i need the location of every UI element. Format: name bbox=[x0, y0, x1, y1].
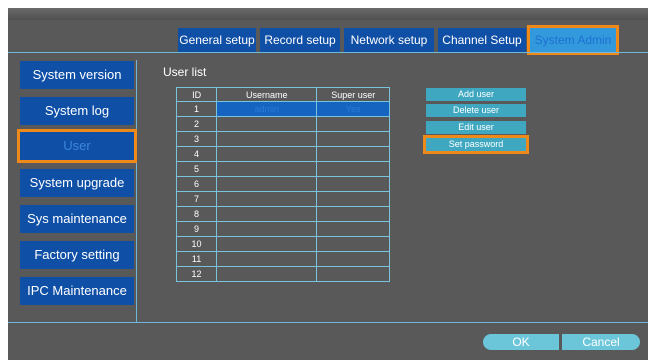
row-id: 6 bbox=[175, 176, 218, 192]
row-username bbox=[216, 176, 318, 192]
sidebar-item-system-upgrade[interactable]: System upgrade bbox=[20, 169, 134, 197]
row-id: 4 bbox=[175, 146, 218, 162]
column-header-super-user: Super user bbox=[316, 87, 390, 102]
tab-channel-setup[interactable]: Channel Setup bbox=[438, 28, 526, 52]
sidebar-item-user[interactable]: User bbox=[20, 132, 134, 160]
row-username bbox=[216, 191, 318, 207]
table-row[interactable]: 5 bbox=[175, 161, 390, 177]
row-super-user bbox=[316, 221, 390, 237]
table-row[interactable]: 12 bbox=[175, 266, 390, 282]
row-id: 1 bbox=[175, 101, 218, 117]
row-id: 12 bbox=[175, 266, 218, 282]
row-super-user bbox=[316, 176, 390, 192]
row-id: 11 bbox=[175, 251, 218, 267]
row-id: 3 bbox=[175, 131, 218, 147]
sidebar-item-ipc-maintenance[interactable]: IPC Maintenance bbox=[20, 277, 134, 305]
table-header-row: ID Username Super user bbox=[175, 87, 390, 102]
row-id: 2 bbox=[175, 116, 218, 132]
table-row[interactable]: 11 bbox=[175, 251, 390, 267]
column-header-username: Username bbox=[216, 87, 318, 102]
row-username: admin bbox=[216, 101, 318, 117]
sidebar-item-sys-maintenance[interactable]: Sys maintenance bbox=[20, 205, 134, 233]
row-super-user bbox=[316, 191, 390, 207]
sidebar-divider bbox=[136, 60, 137, 322]
user-list-title: User list bbox=[163, 65, 207, 79]
row-super-user bbox=[316, 206, 390, 222]
row-super-user: Yes bbox=[316, 101, 390, 117]
footer-divider bbox=[8, 322, 648, 323]
settings-window: General setup Record setup Network setup… bbox=[8, 8, 648, 360]
row-id: 7 bbox=[175, 191, 218, 207]
row-username bbox=[216, 146, 318, 162]
row-super-user bbox=[316, 146, 390, 162]
row-username bbox=[216, 251, 318, 267]
table-row[interactable]: 3 bbox=[175, 131, 390, 147]
row-username bbox=[216, 221, 318, 237]
ok-button[interactable]: OK bbox=[483, 334, 559, 350]
tab-network-setup[interactable]: Network setup bbox=[344, 28, 434, 52]
table-row[interactable]: 1 admin Yes bbox=[175, 101, 390, 117]
row-username bbox=[216, 236, 318, 252]
user-table: ID Username Super user 1 admin Yes 2 3 4… bbox=[175, 87, 390, 282]
table-row[interactable]: 7 bbox=[175, 191, 390, 207]
table-row[interactable]: 6 bbox=[175, 176, 390, 192]
tab-general-setup[interactable]: General setup bbox=[178, 28, 256, 52]
table-row[interactable]: 9 bbox=[175, 221, 390, 237]
column-header-id: ID bbox=[175, 87, 218, 102]
delete-user-button[interactable]: Delete user bbox=[426, 104, 526, 117]
cancel-button[interactable]: Cancel bbox=[562, 334, 640, 350]
row-username bbox=[216, 266, 318, 282]
tab-divider bbox=[8, 52, 648, 53]
row-id: 10 bbox=[175, 236, 218, 252]
row-super-user bbox=[316, 161, 390, 177]
row-id: 8 bbox=[175, 206, 218, 222]
row-id: 5 bbox=[175, 161, 218, 177]
row-super-user bbox=[316, 131, 390, 147]
sidebar-item-factory-setting[interactable]: Factory setting bbox=[20, 241, 134, 269]
set-password-button[interactable]: Set password bbox=[426, 138, 526, 151]
table-row[interactable]: 8 bbox=[175, 206, 390, 222]
edit-user-button[interactable]: Edit user bbox=[426, 121, 526, 134]
row-super-user bbox=[316, 266, 390, 282]
row-super-user bbox=[316, 251, 390, 267]
row-super-user bbox=[316, 116, 390, 132]
tab-system-admin[interactable]: System Admin bbox=[530, 28, 616, 52]
table-row[interactable]: 10 bbox=[175, 236, 390, 252]
row-username bbox=[216, 131, 318, 147]
row-super-user bbox=[316, 236, 390, 252]
table-row[interactable]: 4 bbox=[175, 146, 390, 162]
sidebar-item-system-version[interactable]: System version bbox=[20, 61, 134, 89]
row-id: 9 bbox=[175, 221, 218, 237]
add-user-button[interactable]: Add user bbox=[426, 88, 526, 101]
sidebar-item-system-log[interactable]: System log bbox=[20, 97, 134, 125]
table-row[interactable]: 2 bbox=[175, 116, 390, 132]
title-strip bbox=[8, 8, 648, 20]
row-username bbox=[216, 206, 318, 222]
tab-record-setup[interactable]: Record setup bbox=[260, 28, 340, 52]
row-username bbox=[216, 161, 318, 177]
row-username bbox=[216, 116, 318, 132]
